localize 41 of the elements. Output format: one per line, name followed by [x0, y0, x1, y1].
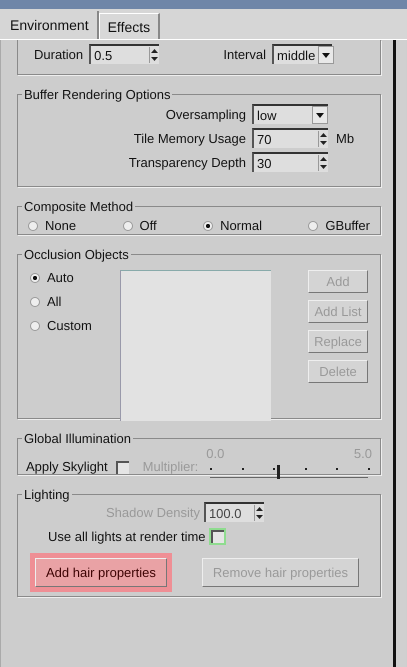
tab[interactable]: Effects: [98, 13, 160, 39]
spinner-field[interactable]: 0.5: [89, 44, 160, 64]
radio-label: None: [45, 218, 76, 233]
group-title: Lighting: [23, 487, 71, 502]
radio-label: Custom: [47, 318, 92, 333]
radio-button[interactable]: [30, 320, 40, 330]
group-title: Composite Method: [23, 199, 134, 214]
hair-button[interactable]: Add hair properties: [35, 558, 167, 587]
spinner-arrows-icon[interactable]: [318, 131, 328, 147]
spinner-field[interactable]: 70: [252, 128, 328, 148]
checkbox[interactable]: [116, 461, 129, 474]
spinner-arrows-icon[interactable]: [254, 505, 264, 521]
dropdown[interactable]: middle: [272, 44, 332, 64]
group-title: Global Illumination: [23, 431, 132, 446]
radio-label: Normal: [220, 218, 262, 233]
radio-button[interactable]: [30, 296, 40, 306]
field-label: Duration: [34, 46, 84, 62]
slider-track[interactable]: [210, 463, 368, 478]
field-label: Interval: [223, 46, 266, 62]
radio-button[interactable]: [28, 220, 38, 230]
radio-button[interactable]: [308, 220, 318, 230]
radio-label: Off: [140, 218, 157, 233]
unit-label: Mb: [336, 130, 354, 146]
field-label: Transparency Depth: [128, 154, 246, 170]
field-label: Tile Memory Usage: [132, 130, 246, 146]
radio-button[interactable]: [122, 220, 133, 230]
field-label: Oversampling: [164, 106, 246, 122]
spinner-arrows-icon[interactable]: [149, 47, 160, 63]
spinner-arrows-icon[interactable]: [318, 155, 328, 171]
radio-button[interactable]: [30, 272, 40, 282]
group-title: Buffer Rendering Options: [23, 87, 172, 102]
checkbox-label: Apply Skylight: [26, 459, 108, 474]
radio-label: GBuffer: [325, 218, 370, 233]
dropdown[interactable]: low: [252, 104, 328, 124]
checkbox-label: Use all lights at render time: [48, 529, 206, 544]
spinner-field[interactable]: 30: [252, 152, 328, 172]
group-title: Occlusion Objects: [23, 247, 130, 262]
checkbox[interactable]: [208, 528, 226, 545]
radio-label: Auto: [47, 270, 74, 285]
radio-button[interactable]: [203, 220, 214, 230]
radio-label: All: [47, 294, 62, 309]
